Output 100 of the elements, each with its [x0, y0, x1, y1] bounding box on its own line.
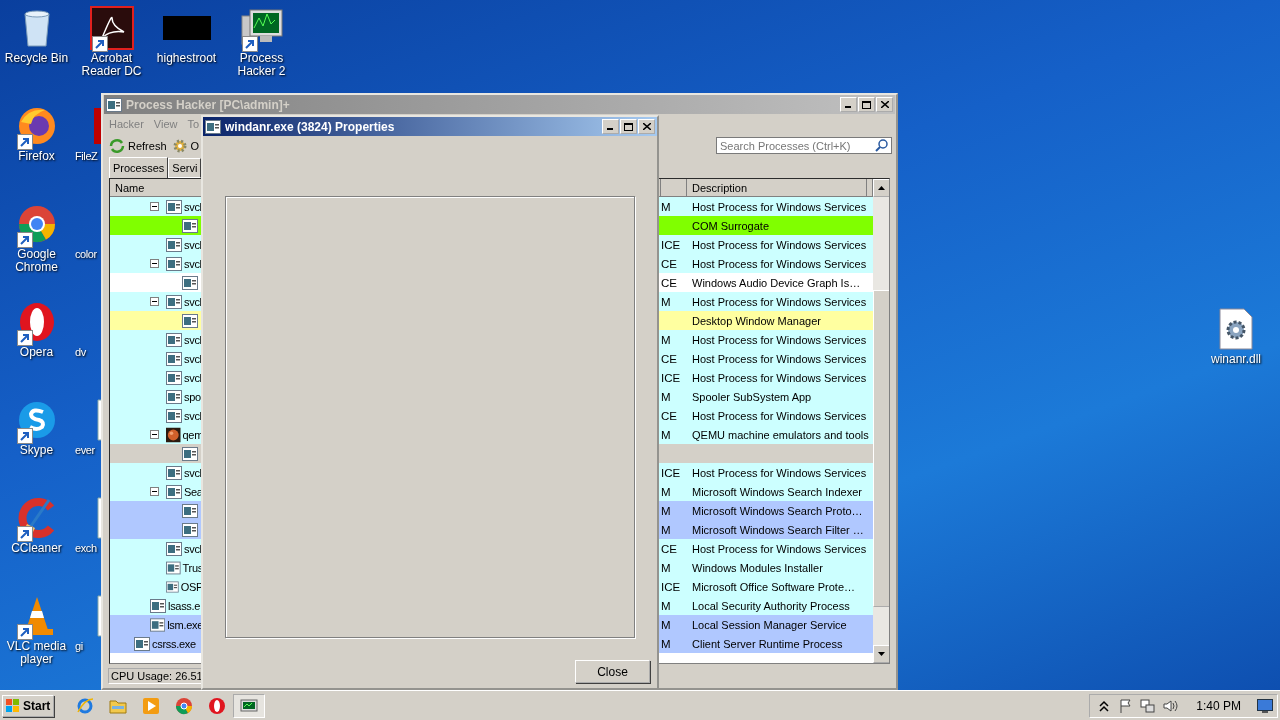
desktop-icon-label[interactable]: Process Hacker 2: [225, 52, 298, 78]
window-icon: [182, 522, 198, 537]
gear-icon: [171, 137, 188, 154]
window-title: Process Hacker [PC\admin]+: [126, 97, 291, 112]
description-cell-text: COM Surrogate: [691, 219, 771, 232]
window-icon: [150, 617, 166, 632]
description-cell-text: Microsoft Windows Search Indexer: [691, 485, 863, 498]
window-icon: [166, 484, 182, 499]
search-icon: [875, 139, 888, 152]
close-button[interactable]: [638, 119, 655, 134]
description-cell-text: Host Process for Windows Services: [691, 352, 867, 365]
desktop-icon-label[interactable]: Firefox: [0, 150, 73, 163]
desktop-icon-label[interactable]: winanr.dll: [1200, 353, 1272, 366]
description-cell-text: Host Process for Windows Services: [691, 200, 867, 213]
table-cell-text: M: [661, 485, 672, 498]
maximize-icon: [624, 122, 633, 131]
toolbar-button[interactable]: O: [171, 137, 200, 154]
refresh-icon: [109, 137, 125, 154]
window-icon: [166, 541, 182, 556]
monitor-icon[interactable]: [240, 696, 258, 715]
description-cell-text: QEMU machine emulators and tools: [691, 428, 867, 441]
speaker-icon[interactable]: [1162, 697, 1179, 714]
process-name: svcl: [184, 409, 202, 422]
desktop-icon-label[interactable]: gi: [74, 640, 83, 653]
description-cell-text: Client Server Runtime Process: [691, 637, 844, 650]
maximize-button[interactable]: [858, 97, 875, 112]
table-cell-text: M: [661, 599, 672, 612]
description-cell-text: Host Process for Windows Services: [691, 371, 867, 384]
window-icon: [182, 446, 198, 461]
collapse-icon[interactable]: [150, 297, 159, 306]
desktop-icon-label[interactable]: VLC media player: [0, 640, 73, 666]
description-cell-text: Microsoft Windows Search Proto…: [691, 504, 864, 517]
window-icon: [166, 408, 182, 423]
desktop-icon-label[interactable]: highestroot: [150, 52, 223, 65]
chrome-icon[interactable]: [174, 696, 193, 715]
window-icon: [166, 370, 182, 385]
table-cell-text: M: [661, 200, 672, 213]
gear-file-icon: [1219, 308, 1253, 350]
start-button[interactable]: Start: [2, 694, 54, 717]
network-icon[interactable]: [1140, 697, 1157, 714]
minimize-button[interactable]: [602, 119, 619, 134]
table-cell-text: M: [661, 333, 672, 346]
desktop-icon-label[interactable]: exch: [74, 542, 97, 555]
desktop-icon-label[interactable]: Acrobat Reader DC: [75, 52, 148, 78]
desktop-icon-label[interactable]: color: [74, 248, 97, 261]
thumbnail-icon: [162, 16, 211, 40]
internet-explorer-icon[interactable]: [75, 696, 94, 715]
collapse-icon[interactable]: [150, 202, 159, 211]
table-cell-text: M: [661, 428, 672, 441]
window-icon: [166, 579, 179, 594]
table-cell-text: CE: [661, 276, 678, 289]
toolbar-button[interactable]: Refresh: [109, 137, 167, 154]
process-name: svcl: [184, 542, 202, 555]
collapse-icon[interactable]: [150, 430, 159, 439]
window-icon: [166, 465, 182, 480]
process-name: spo: [184, 390, 201, 403]
search-field[interactable]: Search Processes (Ctrl+K): [716, 137, 892, 154]
tab[interactable]: Servi: [168, 158, 202, 178]
collapse-icon[interactable]: [150, 259, 159, 268]
description-cell-text: Windows Audio Device Graph Is…: [691, 276, 862, 289]
desktop-icon-label[interactable]: Recycle Bin: [0, 52, 73, 65]
table-cell-text: M: [661, 295, 672, 308]
minimize-button[interactable]: [840, 97, 857, 112]
process-name: lsass.e: [168, 599, 201, 612]
desktop-icon-label[interactable]: CCleaner: [0, 542, 73, 555]
maximize-icon: [862, 100, 871, 109]
window-icon: [182, 313, 198, 328]
show-desktop-icon[interactable]: [1257, 698, 1273, 713]
close-dialog-button[interactable]: Close: [575, 660, 650, 683]
maximize-button[interactable]: [620, 119, 637, 134]
scroll-bar[interactable]: [873, 179, 889, 663]
clock[interactable]: 1:40 PM: [1196, 698, 1241, 713]
collapse-icon[interactable]: [150, 487, 159, 496]
window-icon: [166, 560, 181, 575]
table-cell-text: ICE: [661, 238, 682, 251]
acrobat-icon: [89, 6, 134, 50]
desktop-icon-label[interactable]: ever: [74, 444, 95, 457]
description-cell-text: Host Process for Windows Services: [691, 466, 867, 479]
description-cell-text: Host Process for Windows Services: [691, 409, 867, 422]
process-name: svcl: [184, 257, 202, 270]
taskbar-window-button[interactable]: [233, 693, 265, 718]
process-name: svcl: [184, 200, 202, 213]
tab[interactable]: Processes: [109, 157, 169, 178]
desktop-icon-label[interactable]: Google Chrome: [0, 248, 73, 274]
window-icon: [134, 636, 150, 651]
orb-icon: [166, 426, 181, 443]
description-cell-text: Local Session Manager Service: [691, 618, 848, 631]
close-button[interactable]: [876, 97, 893, 112]
desktop-icon-label[interactable]: FileZ: [74, 150, 98, 163]
close-icon: [880, 101, 889, 108]
window-icon: [166, 256, 182, 271]
desktop-icon-label[interactable]: dv: [74, 346, 86, 359]
desktop-icon-label[interactable]: Skype: [0, 444, 73, 457]
process-name: svcl: [184, 295, 202, 308]
table-cell-text: M: [661, 618, 672, 631]
description-cell-text: Host Process for Windows Services: [691, 542, 867, 555]
description-cell-text: Host Process for Windows Services: [691, 257, 867, 270]
opera-icon[interactable]: [207, 696, 226, 715]
desktop-icon-label[interactable]: Opera: [0, 346, 73, 359]
description-cell-text: Host Process for Windows Services: [691, 238, 867, 251]
